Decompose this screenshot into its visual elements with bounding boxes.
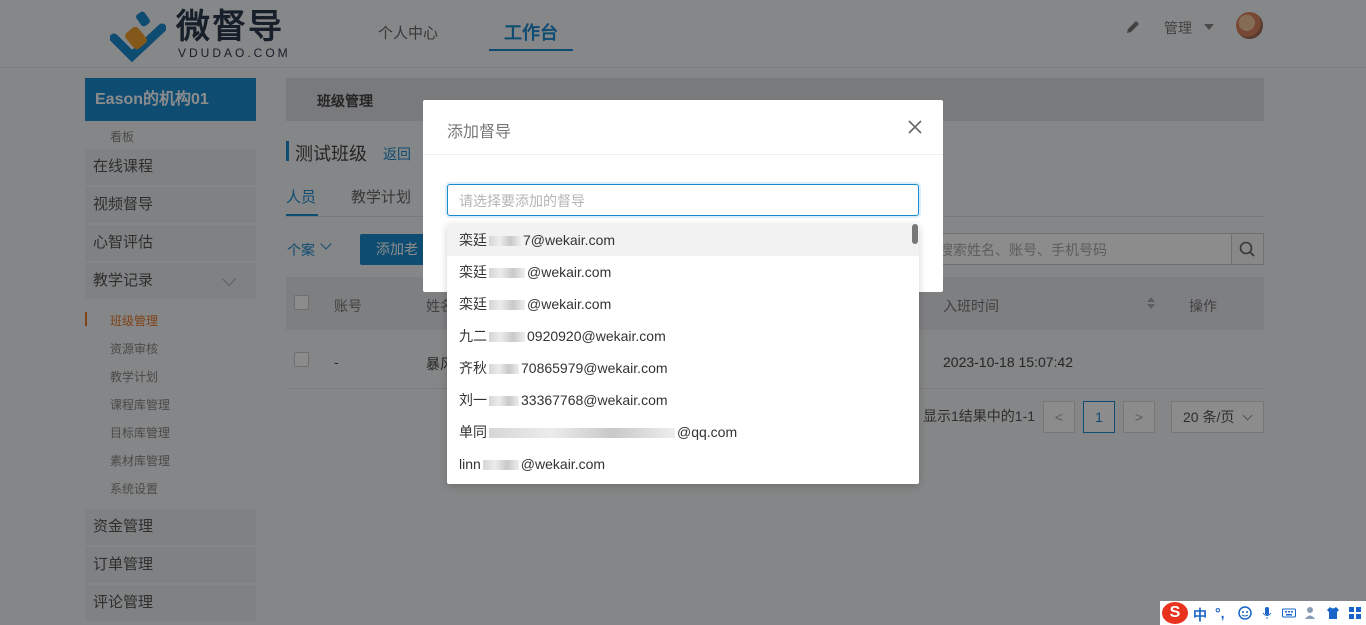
- dropdown-option[interactable]: 栾廷 @wekair.com: [447, 256, 919, 288]
- user-settings-icon[interactable]: [1304, 606, 1318, 620]
- option-name: 栾廷: [459, 264, 487, 280]
- dialog-divider: [423, 154, 943, 155]
- dropdown-option[interactable]: linn @wekair.com: [447, 448, 919, 480]
- ime-toolbar: S 中 °,: [1160, 601, 1366, 625]
- option-email: @wekair.com: [527, 264, 612, 280]
- redacted-text: [489, 364, 519, 375]
- ime-language-toggle[interactable]: 中: [1193, 605, 1207, 625]
- option-name: 栾廷: [459, 296, 487, 312]
- dropdown-option[interactable]: 刘一 33367768@wekair.com: [447, 384, 919, 416]
- option-name: 栾廷: [459, 232, 487, 248]
- supervisor-dropdown: 栾廷 7@wekair.com 栾廷 @wekair.com 栾廷 @wekair.c…: [447, 224, 919, 484]
- dialog-title: 添加督导: [447, 124, 512, 141]
- option-name: 九二: [459, 328, 487, 344]
- redacted-text: [489, 236, 521, 247]
- close-icon[interactable]: [907, 119, 923, 135]
- redacted-text: [489, 396, 519, 407]
- option-name: 单同: [459, 424, 487, 440]
- option-name: 齐秋: [459, 360, 487, 376]
- grid-menu-icon[interactable]: [1348, 606, 1362, 620]
- keyboard-icon[interactable]: [1282, 606, 1296, 620]
- redacted-text: [489, 332, 525, 343]
- redacted-text: [489, 428, 675, 439]
- dropdown-option[interactable]: 栾廷 7@wekair.com: [447, 224, 919, 256]
- option-name: 刘一: [459, 392, 487, 408]
- ime-punctuation-toggle[interactable]: °,: [1215, 605, 1225, 621]
- dropdown-option[interactable]: 九二 0920920@wekair.com: [447, 320, 919, 352]
- option-name: linn: [459, 456, 481, 472]
- supervisor-select[interactable]: [447, 184, 919, 216]
- option-email: @qq.com: [677, 424, 738, 440]
- ime-logo-icon[interactable]: S: [1162, 602, 1188, 624]
- option-email: 0920920@wekair.com: [527, 328, 666, 344]
- redacted-text: [489, 268, 525, 279]
- option-email: @wekair.com: [520, 456, 606, 472]
- emoji-icon[interactable]: [1238, 606, 1252, 620]
- supervisor-select-input[interactable]: [459, 191, 899, 211]
- redacted-text: [489, 300, 525, 311]
- dropdown-scrollbar[interactable]: [912, 224, 918, 244]
- dropdown-option[interactable]: 栾廷 @wekair.com: [447, 288, 919, 320]
- option-email: 70865979@wekair.com: [521, 360, 668, 376]
- microphone-icon[interactable]: [1260, 606, 1274, 620]
- redacted-text: [482, 460, 519, 471]
- skin-shirt-icon[interactable]: [1326, 606, 1340, 620]
- option-email: @wekair.com: [527, 296, 612, 312]
- option-email: 33367768@wekair.com: [521, 392, 668, 408]
- option-email: 7@wekair.com: [523, 232, 616, 248]
- dropdown-option[interactable]: 齐秋 70865979@wekair.com: [447, 352, 919, 384]
- dropdown-option[interactable]: 单同 @qq.com: [447, 416, 919, 448]
